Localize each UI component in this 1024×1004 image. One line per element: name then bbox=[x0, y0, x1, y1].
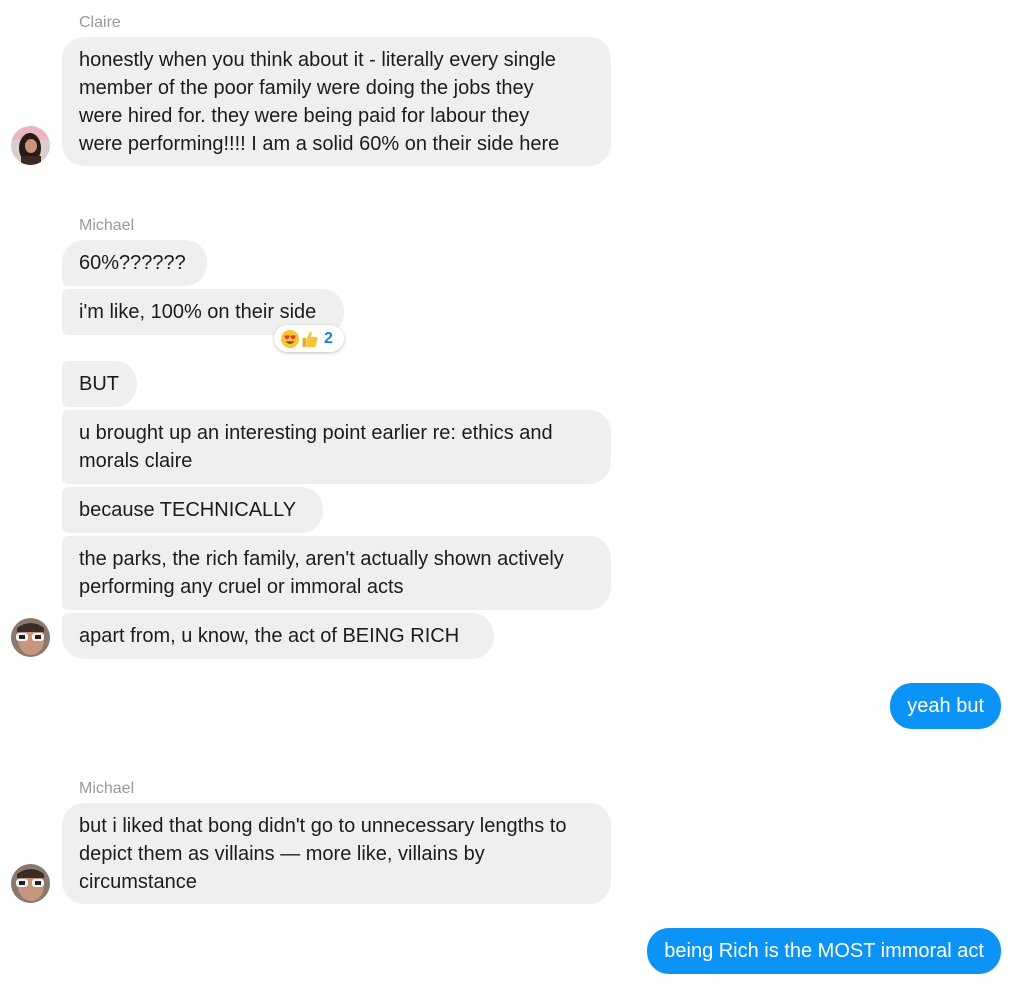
message-text: apart from, u know, the act of BEING RIC… bbox=[79, 625, 460, 647]
message-text: yeah but bbox=[907, 695, 984, 717]
sender-name: Michael bbox=[79, 780, 135, 797]
message-text: the parks, the rich family, aren't actua… bbox=[79, 548, 564, 598]
message-bubble[interactable]: u brought up an interesting point earlie… bbox=[62, 410, 611, 484]
message-bubble[interactable]: BUT bbox=[62, 361, 137, 407]
message-text: honestly when you think about it - liter… bbox=[79, 49, 560, 155]
message-bubble-outgoing[interactable]: being Rich is the MOST immoral act bbox=[647, 928, 1001, 974]
message-text: u brought up an interesting point earlie… bbox=[79, 422, 553, 472]
message-bubble[interactable]: but i liked that bong didn't go to unnec… bbox=[62, 803, 611, 904]
heart-eyes-icon bbox=[280, 329, 300, 349]
message-text: i'm like, 100% on their side bbox=[79, 301, 317, 323]
message-bubble-outgoing[interactable]: yeah but bbox=[890, 683, 1001, 729]
avatar-claire[interactable] bbox=[11, 126, 50, 165]
message-text: BUT bbox=[79, 373, 119, 395]
message-text: being Rich is the MOST immoral act bbox=[664, 940, 984, 962]
message-text: because TECHNICALLY bbox=[79, 499, 297, 521]
message-bubble[interactable]: 60%?????? bbox=[62, 240, 207, 286]
sender-name: Claire bbox=[79, 14, 121, 31]
message-bubble[interactable]: honestly when you think about it - liter… bbox=[62, 37, 611, 166]
reaction-count: 2 bbox=[324, 329, 333, 347]
message-text: 60%?????? bbox=[79, 252, 186, 274]
message-bubble[interactable]: because TECHNICALLY bbox=[62, 487, 323, 533]
sender-name: Michael bbox=[79, 217, 135, 234]
message-bubble[interactable]: apart from, u know, the act of BEING RIC… bbox=[62, 613, 494, 659]
avatar-michael[interactable] bbox=[11, 618, 50, 657]
avatar-michael[interactable] bbox=[11, 864, 50, 903]
message-reaction[interactable]: 2 bbox=[274, 325, 344, 352]
thumbs-up-icon bbox=[300, 329, 320, 349]
message-bubble[interactable]: the parks, the rich family, aren't actua… bbox=[62, 536, 611, 610]
message-text: but i liked that bong didn't go to unnec… bbox=[79, 815, 567, 893]
